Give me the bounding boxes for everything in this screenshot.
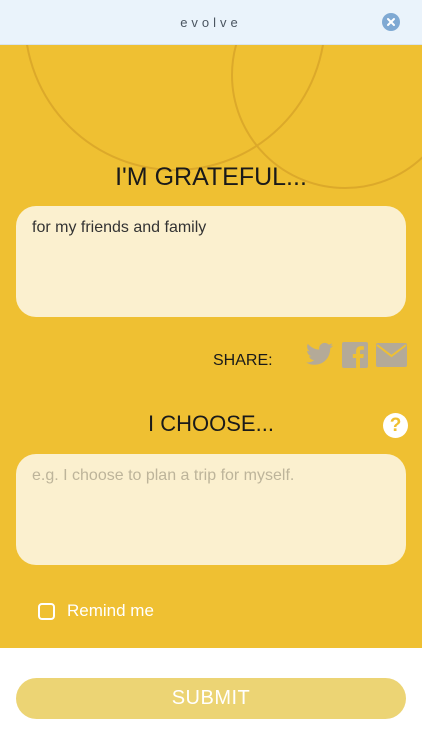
grateful-input[interactable]: for my friends and family <box>16 206 406 317</box>
share-label: SHARE: <box>213 352 273 369</box>
top-bar: evolve <box>0 0 422 45</box>
twitter-icon[interactable] <box>306 342 333 366</box>
close-button[interactable] <box>382 13 400 31</box>
choose-input-placeholder: e.g. I choose to plan a trip for myself. <box>32 467 295 484</box>
app-title: evolve <box>180 15 242 30</box>
mail-icon[interactable] <box>376 343 407 367</box>
facebook-icon[interactable] <box>342 342 368 368</box>
remind-me-row[interactable]: Remind me <box>38 601 154 621</box>
remind-me-checkbox[interactable] <box>38 602 55 620</box>
remind-me-label: Remind me <box>67 601 154 620</box>
grateful-input-text: for my friends and family <box>32 219 207 236</box>
choose-heading: I CHOOSE... <box>148 411 274 436</box>
question-icon: ? <box>389 415 402 436</box>
choose-input[interactable]: e.g. I choose to plan a trip for myself. <box>16 454 406 565</box>
grateful-heading: I'M GRATEFUL... <box>115 163 307 191</box>
close-icon <box>387 18 395 26</box>
submit-button[interactable]: SUBMIT <box>16 678 406 719</box>
journal-panel: I'M GRATEFUL... for my friends and famil… <box>0 45 422 648</box>
help-button[interactable]: ? <box>383 413 408 438</box>
